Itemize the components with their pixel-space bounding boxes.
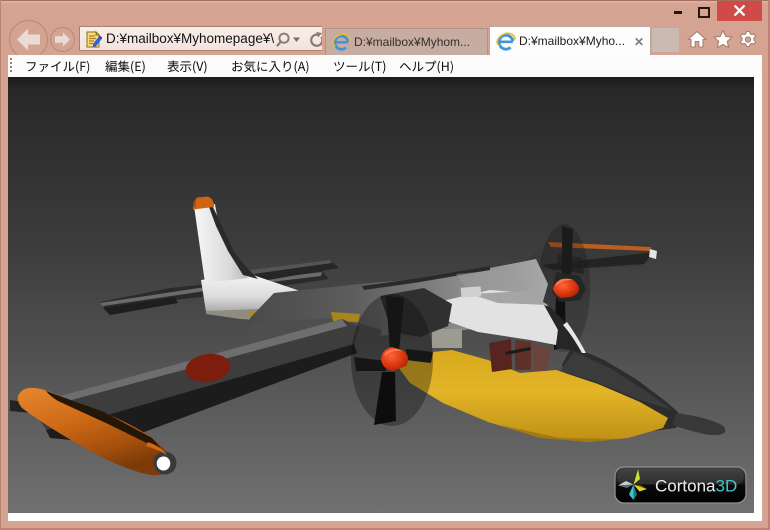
svg-text:Cortona3D: Cortona3D: [655, 477, 737, 496]
